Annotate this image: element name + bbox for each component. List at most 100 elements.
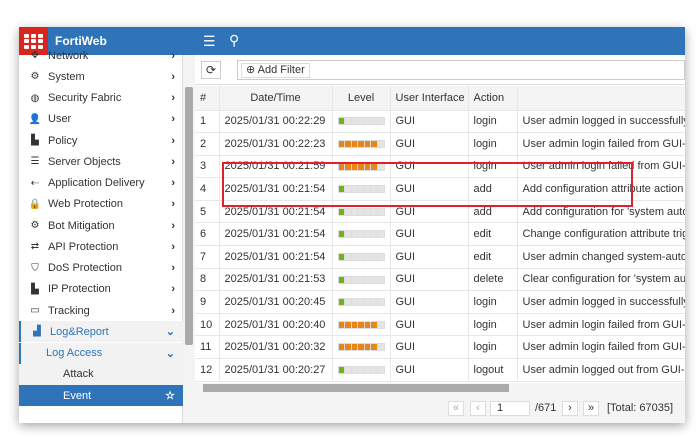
- add-filter-button[interactable]: ⊕ Add Filter: [241, 63, 310, 78]
- table-row[interactable]: 8 2025/01/31 00:21:53 GUI delete Clear c…: [195, 268, 685, 292]
- network-icon: ✥: [30, 50, 40, 61]
- row-number: 8: [195, 268, 220, 292]
- table-row[interactable]: 10 2025/01/31 00:20:40 GUI login User ad…: [195, 313, 685, 337]
- row-number: 3: [195, 155, 220, 179]
- level-bar-information: [337, 298, 385, 307]
- level-cell: [332, 358, 391, 382]
- level-cell: [332, 132, 391, 156]
- action: login: [468, 110, 518, 134]
- action: edit: [468, 222, 518, 247]
- lock-icon: 🔒: [28, 198, 42, 210]
- sidebar-item-ip-protection[interactable]: ▙ IP Protection ›: [19, 279, 183, 300]
- refresh-button[interactable]: ⟳: [201, 61, 221, 79]
- sidebar-item-label: Attack: [63, 368, 94, 381]
- first-page-button[interactable]: «: [448, 401, 464, 416]
- column-header[interactable]: Level: [332, 86, 391, 111]
- sidebar-item-event[interactable]: Event ☆: [19, 385, 183, 406]
- sidebar-item-log-access[interactable]: Log Access ⌄: [19, 342, 183, 364]
- table-row[interactable]: 6 2025/01/31 00:21:54 GUI edit Change co…: [195, 222, 685, 247]
- sidebar-item-api-protection[interactable]: ⇄ API Protection ›: [19, 236, 183, 257]
- policy-icon: ▙: [31, 135, 39, 146]
- search-icon[interactable]: ⚲: [229, 32, 239, 49]
- shield-icon: ⛉: [31, 262, 39, 274]
- level-bar-alert: [337, 320, 385, 329]
- fabric-icon: ◍: [30, 92, 40, 104]
- page-input[interactable]: 1: [490, 401, 530, 416]
- chevron-icon: ›: [171, 283, 175, 296]
- sidebar-item-network[interactable]: ✥ Network ›: [19, 45, 183, 66]
- row-number: 12: [195, 358, 220, 382]
- level-bar-alert: [337, 139, 385, 148]
- sidebar-item-label: IP Protection: [48, 283, 111, 296]
- cogs-icon: ⚙: [30, 220, 40, 231]
- sidebar-item-user[interactable]: 👤 User ›: [19, 109, 183, 130]
- column-header[interactable]: User Interface: [390, 86, 469, 111]
- action: login: [468, 290, 518, 314]
- chevron-icon: ›: [171, 113, 175, 126]
- row-number: 10: [195, 313, 220, 337]
- sidebar-item-attack[interactable]: Attack: [19, 363, 183, 385]
- sidebar-item-policy[interactable]: ▙ Policy ›: [19, 130, 183, 151]
- column-header[interactable]: [517, 86, 685, 111]
- highlight-box: [222, 162, 633, 207]
- action: login: [468, 313, 518, 337]
- user-icon: 👤: [28, 113, 42, 125]
- filter-bar[interactable]: ⊕ Add Filter: [237, 60, 685, 80]
- sidebar-item-tracking[interactable]: ▭ Tracking ›: [19, 300, 183, 321]
- sidebar-item-label: Security Fabric: [48, 92, 122, 104]
- table-row[interactable]: 12 2025/01/31 00:20:27 GUI logout User a…: [195, 358, 685, 382]
- sidebar-item-server-objects[interactable]: ☰ Server Objects ›: [19, 151, 183, 172]
- column-header[interactable]: Date/Time: [219, 86, 333, 111]
- date-time: 2025/01/31 00:22:23: [219, 132, 333, 156]
- last-page-button[interactable]: »: [583, 401, 599, 416]
- page-count: /671: [535, 402, 557, 414]
- row-number: 5: [195, 200, 220, 224]
- message: User admin login failed from GUI->: [517, 335, 685, 360]
- level-bar-alert: [337, 343, 385, 352]
- horizontal-scrollbar[interactable]: [195, 383, 685, 393]
- date-time: 2025/01/31 00:21:54: [219, 245, 333, 269]
- level-cell: [332, 268, 391, 292]
- date-time: 2025/01/31 00:21:54: [219, 222, 333, 247]
- sidebar: ✥ Network › ⚙ System › ◍ Security Fabric › 👤 User ›…: [19, 50, 183, 423]
- pagination: « ‹ 1 /671 › » [Total: 67035]: [195, 393, 685, 423]
- sidebar-scrollbar[interactable]: [183, 55, 195, 423]
- next-page-button[interactable]: ›: [562, 401, 578, 416]
- prev-page-button[interactable]: ‹: [470, 401, 486, 416]
- row-number: 7: [195, 245, 220, 269]
- level-cell: [332, 335, 391, 360]
- table-row[interactable]: 11 2025/01/31 00:20:32 GUI login User ad…: [195, 335, 685, 360]
- sidebar-item-security-fabric[interactable]: ◍ Security Fabric ›: [19, 88, 183, 109]
- chevron-icon: ›: [171, 92, 175, 104]
- table-row[interactable]: 9 2025/01/31 00:20:45 GUI login User adm…: [195, 290, 685, 314]
- sidebar-item-label: API Protection: [48, 240, 119, 253]
- table-row[interactable]: 1 2025/01/31 00:22:29 GUI login User adm…: [195, 110, 685, 134]
- sidebar-item-label: Event: [63, 389, 92, 402]
- column-header[interactable]: Action: [468, 86, 518, 111]
- chevron-icon: ›: [171, 49, 175, 62]
- message: User admin changed system-autom: [517, 245, 685, 269]
- date-time: 2025/01/31 00:21:53: [219, 268, 333, 292]
- total-count: [Total: 67035]: [607, 402, 674, 414]
- sidebar-item-web-protection[interactable]: 🔒 Web Protection ›: [19, 194, 183, 215]
- sidebar-item-label: Web Protection: [48, 198, 124, 211]
- sidebar-item-bot-mitigation[interactable]: ⚙ Bot Mitigation ›: [19, 215, 183, 236]
- level-bar-information: [337, 365, 385, 374]
- level-cell: [332, 313, 391, 337]
- sidebar-item-label: System: [48, 70, 85, 83]
- ip-icon: ▙: [31, 283, 39, 295]
- laptop-icon: ▭: [30, 305, 40, 316]
- sidebar-item-system[interactable]: ⚙ System ›: [19, 66, 183, 87]
- table-row[interactable]: 7 2025/01/31 00:21:54 GUI edit User admi…: [195, 245, 685, 269]
- column-header[interactable]: #: [195, 86, 220, 111]
- sidebar-item-log-report[interactable]: ▟ Log&Report ⌄: [19, 321, 183, 343]
- table-row[interactable]: 2 2025/01/31 00:22:23 GUI login User adm…: [195, 132, 685, 156]
- level-bar-information: [337, 275, 385, 284]
- user-interface: GUI: [390, 110, 469, 134]
- star-icon[interactable]: ☆: [165, 389, 175, 402]
- sidebar-item-application-delivery[interactable]: ⇠ Application Delivery ›: [19, 173, 183, 194]
- menu-icon[interactable]: ☰: [203, 33, 216, 50]
- sidebar-item-dos-protection[interactable]: ⛉ DoS Protection ›: [19, 258, 183, 279]
- action: delete: [468, 268, 518, 292]
- action: logout: [468, 358, 518, 382]
